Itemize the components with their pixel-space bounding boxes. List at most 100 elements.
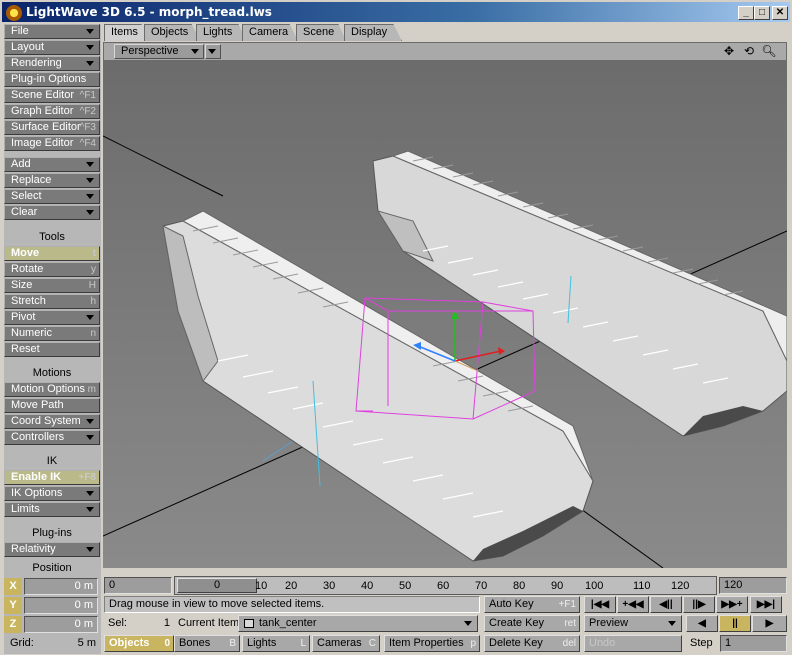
rotate-tool-button[interactable]: Rotate y [4, 262, 100, 277]
tick-label: 120 [671, 580, 690, 592]
left-toolbar: File Layout Rendering Plug-in Options Sc… [4, 24, 101, 654]
motions-heading: Motions [4, 365, 100, 382]
select-menu[interactable]: Select [4, 189, 100, 204]
tick-label: 20 [285, 580, 298, 592]
step-label: Step [690, 637, 713, 649]
frame-slider[interactable]: 0 [177, 578, 257, 593]
z-axis-label: Z [4, 616, 22, 633]
next-key-button[interactable]: ▶▶+ [716, 596, 748, 613]
coord-system-menu[interactable]: Coord System [4, 414, 100, 429]
timeline-scrubber[interactable]: 0 10 20 30 40 50 60 70 80 90 100 110 120 [174, 576, 717, 595]
dropdown-arrow-icon [86, 491, 94, 496]
zoom-icon[interactable]: 🔍︎ [760, 44, 778, 59]
tab-scene[interactable]: Scene [296, 24, 346, 41]
y-position-field[interactable]: 0 m [24, 597, 98, 614]
cameras-tab[interactable]: Cameras C [312, 635, 380, 652]
sel-count: 1 [163, 617, 170, 629]
rotate-view-icon[interactable]: ⟲ [740, 44, 758, 59]
y-axis-label: Y [4, 597, 22, 614]
dropdown-arrow-icon [668, 621, 676, 626]
item-properties-button[interactable]: Item Properties p [384, 635, 480, 652]
tab-objects[interactable]: Objects [144, 24, 200, 41]
add-menu[interactable]: Add [4, 157, 100, 172]
status-message: Drag mouse in view to move selected item… [104, 596, 480, 613]
view-options-dropdown[interactable] [205, 44, 221, 59]
ik-options-menu[interactable]: IK Options [4, 486, 100, 501]
previous-key-button[interactable]: +◀◀ [617, 596, 649, 613]
tick-label: 50 [399, 580, 412, 592]
move-tool-button[interactable]: Move t [4, 246, 100, 261]
bones-tab[interactable]: Bones B [174, 635, 240, 652]
step-field[interactable]: 1 [720, 635, 787, 652]
create-key-button[interactable]: Create Key ret [484, 615, 580, 632]
clear-menu[interactable]: Clear [4, 205, 100, 220]
tools-heading: Tools [4, 229, 100, 246]
dropdown-arrow-icon [86, 547, 94, 552]
minimize-button[interactable]: _ [738, 6, 754, 20]
delete-key-button[interactable]: Delete Key del [484, 635, 580, 652]
file-menu[interactable]: File [4, 24, 100, 39]
x-position-field[interactable]: 0 m [24, 578, 98, 595]
tick-label: 10 [255, 580, 268, 592]
end-frame-field[interactable]: 120 [719, 577, 787, 594]
grid-label: Grid: [10, 637, 34, 649]
enable-ik-button[interactable]: Enable IK +F8 [4, 470, 100, 485]
dropdown-arrow-icon [86, 29, 94, 34]
close-button[interactable]: ✕ [772, 6, 788, 20]
play-forward-button[interactable]: ▶ [752, 615, 787, 632]
plugin-options-button[interactable]: Plug-in Options [4, 72, 100, 87]
tab-items[interactable]: Items [104, 24, 148, 41]
size-tool-button[interactable]: Size H [4, 278, 100, 293]
controllers-menu[interactable]: Controllers [4, 430, 100, 445]
perspective-viewport[interactable] [103, 61, 787, 568]
dropdown-arrow-icon [86, 61, 94, 66]
numeric-button[interactable]: Numeric n [4, 326, 100, 341]
next-frame-button[interactable]: ||▶ [683, 596, 715, 613]
limits-menu[interactable]: Limits [4, 502, 100, 517]
motion-options-button[interactable]: Motion Options m [4, 382, 100, 397]
tick-label: 30 [323, 580, 336, 592]
reset-button[interactable]: Reset [4, 342, 100, 357]
tab-display[interactable]: Display [344, 24, 402, 41]
tick-label: 40 [361, 580, 374, 592]
first-frame-button[interactable]: |◀◀ [584, 596, 616, 613]
auto-key-button[interactable]: Auto Key +F1 [484, 596, 580, 613]
graph-editor-button[interactable]: Graph Editor ^F2 [4, 104, 100, 119]
start-frame-field[interactable]: 0 [104, 577, 172, 594]
maximize-button[interactable]: □ [754, 6, 770, 20]
tick-label: 100 [585, 580, 604, 592]
stretch-tool-button[interactable]: Stretch h [4, 294, 100, 309]
title-bar: LightWave 3D 6.5 - morph_tread.lws _ □ ✕ [0, 0, 792, 22]
layout-menu[interactable]: Layout [4, 40, 100, 55]
tab-camera[interactable]: Camera [242, 24, 298, 41]
tick-label: 60 [437, 580, 450, 592]
dropdown-arrow-icon [191, 49, 199, 54]
tab-lights[interactable]: Lights [196, 24, 246, 41]
undo-button[interactable]: Undo [584, 635, 682, 652]
surface-editor-button[interactable]: Surface Editor ^F3 [4, 120, 100, 135]
z-position-field[interactable]: 0 m [24, 616, 98, 633]
grid-size-value[interactable]: 5 m [60, 636, 96, 653]
move-view-icon[interactable]: ✥ [720, 44, 738, 59]
pause-button[interactable]: || [719, 615, 751, 632]
replace-menu[interactable]: Replace [4, 173, 100, 188]
objects-tab[interactable]: Objects 0 [104, 635, 174, 652]
scene-render [103, 61, 787, 568]
sel-label: Sel: [108, 617, 127, 629]
move-path-button[interactable]: Move Path [4, 398, 100, 413]
previous-frame-button[interactable]: ◀|| [650, 596, 682, 613]
scene-editor-button[interactable]: Scene Editor ^F1 [4, 88, 100, 103]
play-backward-button[interactable]: ◀ [686, 615, 718, 632]
pivot-menu[interactable]: Pivot [4, 310, 100, 325]
relativity-menu[interactable]: Relativity [4, 542, 100, 557]
image-editor-button[interactable]: Image Editor ^F4 [4, 136, 100, 151]
lights-tab[interactable]: Lights L [242, 635, 310, 652]
lightwave-logo-icon[interactable] [6, 5, 22, 21]
current-item-select[interactable]: tank_center [238, 615, 478, 632]
preview-select[interactable]: Preview [584, 615, 682, 632]
view-mode-select[interactable]: Perspective [114, 44, 204, 59]
viewport-header: Perspective ✥ ⟲ 🔍︎ [103, 42, 787, 61]
dropdown-arrow-icon [86, 419, 94, 424]
last-frame-button[interactable]: ▶▶| [750, 596, 782, 613]
rendering-menu[interactable]: Rendering [4, 56, 100, 71]
